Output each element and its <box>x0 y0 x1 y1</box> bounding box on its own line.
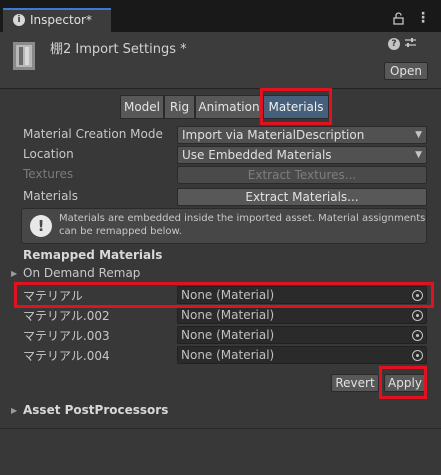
highlight-box-materials-tab <box>260 88 332 125</box>
materials-label: Materials <box>23 189 79 203</box>
material-field-value: None (Material) <box>181 308 275 322</box>
more-options-icon[interactable]: ⋮ <box>416 11 430 25</box>
info-message-box: ! Materials are embedded inside the impo… <box>21 208 427 244</box>
material-slot-label: マテリアル.003 <box>23 329 110 343</box>
tab-animation[interactable]: Animation <box>195 95 263 119</box>
foldout-arrow-icon: ▶ <box>11 406 18 415</box>
material-field-value: None (Material) <box>181 348 275 362</box>
material-object-field[interactable]: None (Material) <box>177 326 427 344</box>
creation-mode-dropdown[interactable]: Import via MaterialDescription ▼ <box>177 126 427 144</box>
info-icon: i <box>13 14 25 26</box>
material-object-field[interactable]: None (Material) <box>177 306 427 324</box>
location-value: Use Embedded Materials <box>182 148 332 162</box>
material-object-field[interactable]: None (Material) <box>177 346 427 364</box>
material-field-value: None (Material) <box>181 328 275 342</box>
exclamation-icon: ! <box>30 215 52 237</box>
material-slot-label: マテリアル.002 <box>23 309 110 323</box>
on-demand-remap-foldout[interactable]: ▶ On Demand Remap <box>11 266 211 282</box>
revert-button[interactable]: Revert <box>331 374 379 392</box>
tab-model[interactable]: Model <box>120 95 164 119</box>
page-title: 棚2 Import Settings * <box>50 42 187 57</box>
tab-rig[interactable]: Rig <box>164 95 195 119</box>
creation-mode-value: Import via MaterialDescription <box>182 128 365 142</box>
extract-textures-button[interactable]: Extract Textures... <box>177 166 427 184</box>
chevron-down-icon: ▼ <box>415 150 422 160</box>
asset-postprocessors-label: Asset PostProcessors <box>23 403 169 417</box>
highlight-box-material-row <box>14 282 434 308</box>
info-message: Materials are embedded inside the import… <box>59 213 426 237</box>
tab-inspector[interactable]: i Inspector* <box>3 8 111 32</box>
asset-postprocessors-foldout[interactable]: ▶ Asset PostProcessors <box>11 403 231 419</box>
location-label: Location <box>23 147 74 161</box>
preset-settings-icon[interactable] <box>404 36 418 50</box>
foldout-arrow-icon: ▶ <box>11 269 18 278</box>
object-picker-icon[interactable] <box>412 350 423 361</box>
object-picker-icon[interactable] <box>412 330 423 341</box>
tab-inspector-label: Inspector* <box>30 13 92 27</box>
location-dropdown[interactable]: Use Embedded Materials ▼ <box>177 146 427 164</box>
help-icon[interactable]: ? <box>388 38 400 50</box>
open-button[interactable]: Open <box>384 62 428 80</box>
material-slot-label: マテリアル.004 <box>23 349 110 363</box>
chevron-down-icon: ▼ <box>415 130 422 140</box>
extract-materials-button[interactable]: Extract Materials... <box>177 188 427 206</box>
lock-icon[interactable] <box>393 12 405 26</box>
object-picker-icon[interactable] <box>412 310 423 321</box>
creation-mode-label: Material Creation Mode <box>23 127 163 141</box>
on-demand-remap-label: On Demand Remap <box>23 266 141 280</box>
remapped-materials-heading: Remapped Materials <box>23 248 163 262</box>
model-file-icon <box>13 42 35 70</box>
tab-bar: i Inspector* ⋮ <box>0 0 441 32</box>
inspector-header: 棚2 Import Settings * ? Open <box>0 32 441 89</box>
highlight-box-apply <box>379 366 427 399</box>
textures-label: Textures <box>23 167 74 181</box>
divider <box>0 428 441 429</box>
